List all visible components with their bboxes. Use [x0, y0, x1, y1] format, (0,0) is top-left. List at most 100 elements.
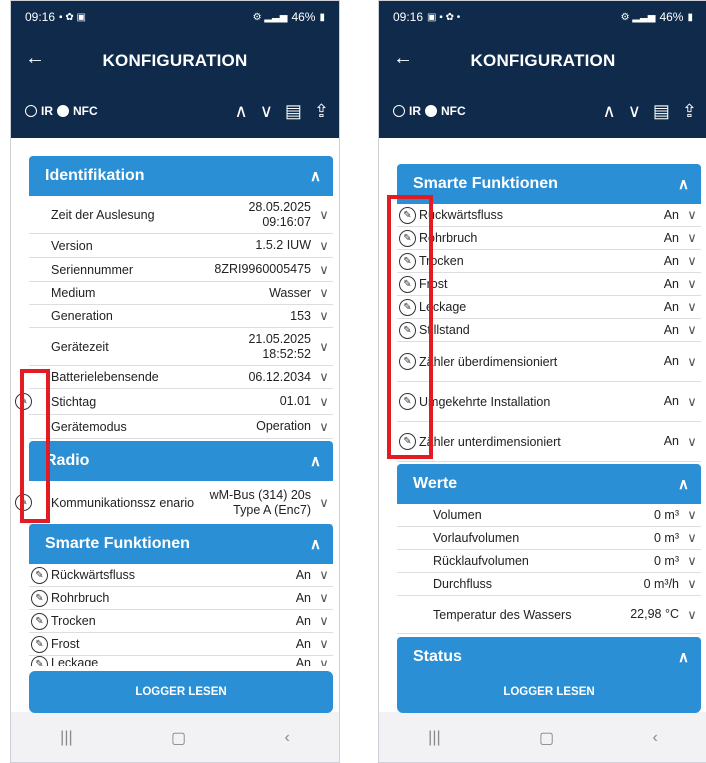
chevron-down-icon: ∨	[319, 285, 329, 300]
chevron-down-icon: ∨	[687, 553, 697, 568]
row-rueckwaertsfluss[interactable]: ✎ Rückwärtsfluss An ∨	[29, 564, 333, 587]
row-ruecklaufvolumen[interactable]: Rücklaufvolumen 0 m³ ∨	[397, 550, 701, 573]
radio-nfc[interactable]	[57, 105, 69, 117]
recent-apps-icon[interactable]: |||	[60, 729, 72, 747]
collapse-icon: ∧	[310, 168, 321, 185]
logger-lesen-button[interactable]: LOGGER LESEN	[397, 671, 701, 713]
row-version[interactable]: Version 1.5.2 IUW ∨	[29, 234, 333, 258]
radio-nfc-label: NFC	[441, 104, 466, 118]
row-kommunikationsszenario[interactable]: ✎ Kommunikationssz enario wM-Bus (314) 2…	[15, 481, 333, 525]
signal-icon: ⚙ ▂▃▅	[252, 11, 288, 23]
edit-pen-icon[interactable]: ✎	[31, 656, 48, 666]
section-smart-header[interactable]: Smarte Funktionen ∧	[397, 164, 701, 204]
row-trocken[interactable]: ✎ Trocken An ∨	[29, 610, 333, 633]
row-stillstand[interactable]: ✎ Stillstand An ∨	[397, 319, 701, 342]
row-generation[interactable]: Generation 153 ∨	[29, 305, 333, 328]
row-trocken[interactable]: ✎ Trocken An ∨	[397, 250, 701, 273]
recent-apps-icon[interactable]: |||	[428, 729, 440, 747]
config-list: Identifikation ∧ Zeit der Auslesung 28.0…	[11, 138, 339, 712]
android-nav-bar: ||| ▢ ‹	[379, 714, 706, 762]
phone-screen-left: 09:16 ▪ ✿ ▣ ⚙ ▂▃▅ 46% ▮ ← KONFIGURATION …	[10, 0, 340, 763]
document-icon[interactable]: ▤	[285, 102, 302, 120]
chevron-down-icon: ∨	[319, 613, 329, 628]
home-icon[interactable]: ▢	[539, 728, 554, 748]
row-seriennummer[interactable]: Seriennummer 8ZRI9960005475 ∨	[29, 258, 333, 282]
chevron-up-icon[interactable]: ∧	[603, 102, 616, 120]
edit-pen-icon[interactable]: ✎	[31, 635, 48, 653]
highlight-box	[387, 195, 433, 459]
row-vorlaufvolumen[interactable]: Vorlaufvolumen 0 m³ ∨	[397, 527, 701, 550]
back-nav-icon[interactable]: ‹	[284, 729, 289, 747]
section-radio-header[interactable]: Radio ∧	[29, 441, 333, 481]
section-smart-header[interactable]: Smarte Funktionen ∧	[29, 524, 333, 564]
chevron-down-icon: ∨	[319, 261, 329, 277]
row-volumen[interactable]: Volumen 0 m³ ∨	[397, 504, 701, 527]
chevron-down-icon: ∨	[319, 393, 329, 409]
chevron-down-icon: ∨	[687, 230, 697, 245]
collapse-icon: ∧	[678, 476, 689, 493]
chevron-down-icon: ∨	[687, 576, 697, 591]
edit-pen-icon[interactable]: ✎	[31, 566, 48, 584]
chevron-down-icon: ∨	[687, 393, 697, 409]
row-geraetezeit[interactable]: Gerätezeit 21.05.2025 18:52:52 ∨	[29, 328, 333, 366]
chevron-up-icon[interactable]: ∧	[235, 102, 248, 120]
status-bar: 09:16 ▣ ▪ ✿ • ⚙ ▂▃▅ 46% ▮	[379, 1, 706, 27]
app-bar: 09:16 ▪ ✿ ▣ ⚙ ▂▃▅ 46% ▮ ← KONFIGURATION …	[11, 1, 339, 138]
chevron-down-icon: ∨	[687, 530, 697, 545]
section-identifikation-header[interactable]: Identifikation ∧	[29, 156, 333, 196]
row-rohrbruch[interactable]: ✎ Rohrbruch An ∨	[397, 227, 701, 250]
row-stichtag[interactable]: ✎ Stichtag 01.01 ∨	[15, 389, 333, 415]
chevron-down-icon: ∨	[687, 299, 697, 314]
row-batterielebensende[interactable]: Batterielebensende 06.12.2034 ∨	[29, 366, 333, 389]
chevron-down-icon[interactable]: ∨	[260, 102, 273, 120]
status-time: 09:16	[25, 10, 56, 24]
home-icon[interactable]: ▢	[171, 728, 186, 748]
row-leckage[interactable]: ✎ Leckage An ∨	[397, 296, 701, 319]
upload-icon[interactable]: ⇪	[682, 102, 697, 120]
chevron-down-icon: ∨	[687, 353, 697, 369]
upload-icon[interactable]: ⇪	[314, 102, 329, 120]
row-zaehler-ueberdimensioniert[interactable]: ✎ Zähler überdimensioniert An ∨	[397, 342, 701, 382]
row-rohrbruch[interactable]: ✎ Rohrbruch An ∨	[29, 587, 333, 610]
section-title: Radio	[45, 452, 90, 469]
row-zaehler-unterdimensioniert[interactable]: ✎ Zähler unterdimensioniert An ∨	[397, 422, 701, 462]
chevron-down-icon: ∨	[319, 369, 329, 384]
battery-icon: ▮	[319, 11, 325, 23]
edit-pen-icon[interactable]: ✎	[31, 589, 48, 607]
signal-icon: ⚙ ▂▃▅	[620, 11, 656, 23]
section-werte-header[interactable]: Werte ∧	[397, 464, 701, 504]
section-title: Smarte Funktionen	[45, 535, 190, 552]
row-geraetemodus[interactable]: Gerätemodus Operation ∨	[29, 415, 333, 439]
row-temperatur[interactable]: Temperatur des Wassers 22,98 °C ∨	[397, 596, 701, 634]
radio-ir[interactable]	[393, 105, 405, 117]
connection-mode: IR NFC	[25, 104, 98, 118]
chevron-down-icon: ∨	[319, 206, 329, 222]
row-leckage[interactable]: ✎ Leckage An ∨	[29, 656, 333, 666]
chevron-down-icon: ∨	[319, 636, 329, 651]
back-nav-icon[interactable]: ‹	[652, 729, 657, 747]
radio-nfc-label: NFC	[73, 104, 98, 118]
highlight-box	[20, 369, 50, 523]
row-frost[interactable]: ✎ Frost An ∨	[29, 633, 333, 656]
document-icon[interactable]: ▤	[653, 102, 670, 120]
row-zeit-der-auslesung[interactable]: Zeit der Auslesung 28.05.2025 09:16:07 ∨	[29, 196, 333, 234]
row-medium[interactable]: Medium Wasser ∨	[29, 282, 333, 305]
row-durchfluss[interactable]: Durchfluss 0 m³/h ∨	[397, 573, 701, 596]
chevron-down-icon: ∨	[687, 322, 697, 337]
row-umgekehrte-installation[interactable]: ✎ Umgekehrte Installation An ∨	[397, 382, 701, 422]
chevron-down-icon[interactable]: ∨	[628, 102, 641, 120]
app-bar: 09:16 ▣ ▪ ✿ • ⚙ ▂▃▅ 46% ▮ ← KONFIGURATIO…	[379, 1, 706, 138]
section-title: Smarte Funktionen	[413, 175, 558, 192]
status-bar: 09:16 ▪ ✿ ▣ ⚙ ▂▃▅ 46% ▮	[11, 1, 339, 27]
radio-ir[interactable]	[25, 105, 37, 117]
collapse-icon: ∧	[310, 453, 321, 470]
radio-ir-label: IR	[41, 104, 53, 118]
radio-ir-label: IR	[409, 104, 421, 118]
edit-pen-icon[interactable]: ✎	[31, 612, 48, 630]
row-frost[interactable]: ✎ Frost An ∨	[397, 273, 701, 296]
row-rueckwaertsfluss[interactable]: ✎ Rückwärtsfluss An ∨	[397, 204, 701, 227]
chevron-down-icon: ∨	[687, 433, 697, 449]
collapse-icon: ∧	[678, 649, 689, 666]
radio-nfc[interactable]	[425, 105, 437, 117]
logger-lesen-button[interactable]: LOGGER LESEN	[29, 671, 333, 713]
